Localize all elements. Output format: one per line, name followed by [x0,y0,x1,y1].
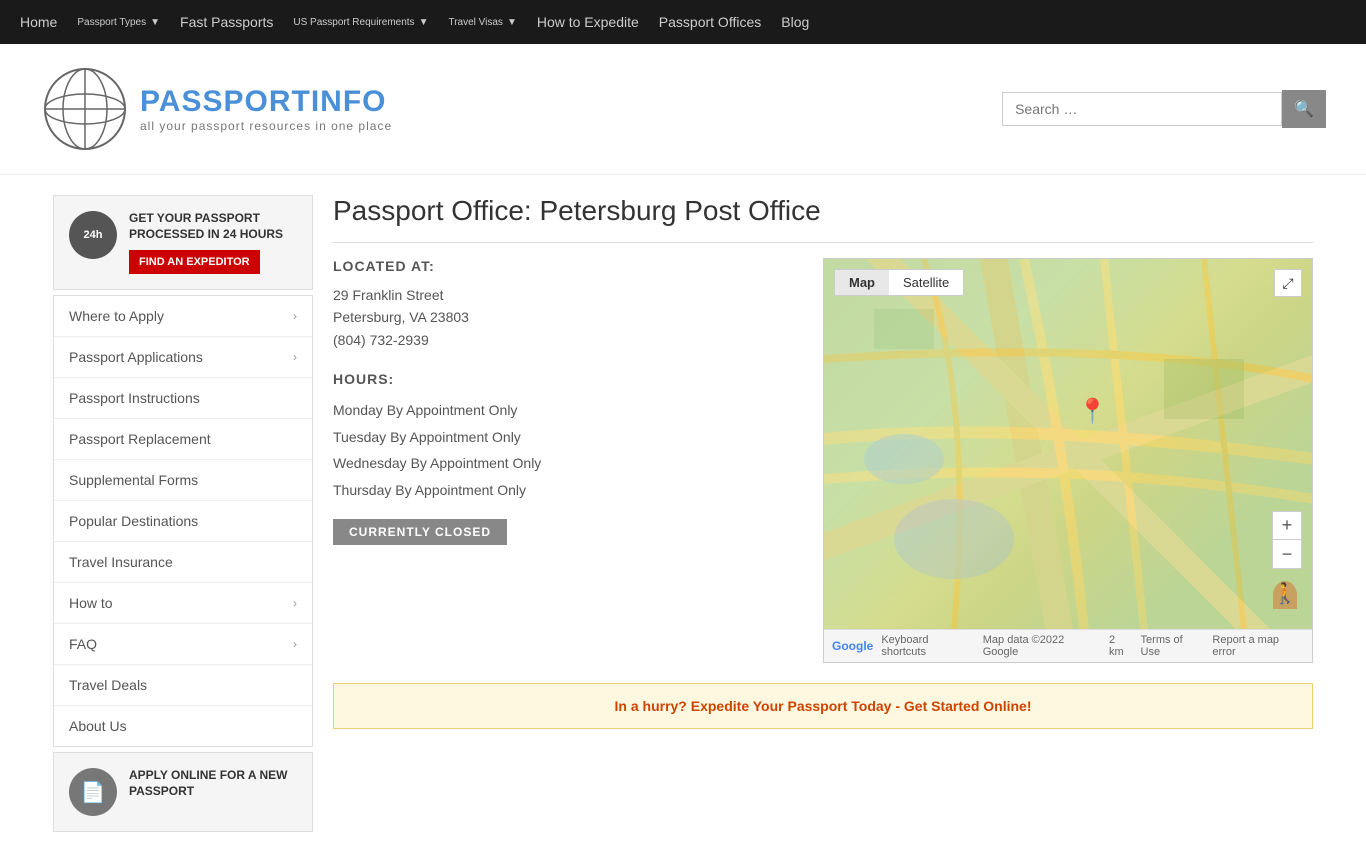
map-footer: Google Keyboard shortcuts Map data ©2022… [824,629,1312,662]
hours-thursday: Thursday By Appointment Only [333,477,793,504]
hours-tuesday: Tuesday By Appointment Only [333,424,793,451]
map-scale: 2 km [1109,634,1133,658]
promo2-title: APPLY ONLINE FOR A NEW PASSPORT [129,768,297,799]
sidebar-item-passport-applications[interactable]: Passport Applications › [54,337,312,378]
terms-of-use-link[interactable]: Terms of Use [1141,634,1205,658]
map-visual[interactable]: Map Satellite ⤢ [824,259,1312,629]
nav-travel-visas[interactable]: Travel Visas ▼ [448,17,516,28]
sidebar-item-supplemental-forms[interactable]: Supplemental Forms [54,460,312,501]
sidebar-promo-expedite: 24h GET YOUR PASSPORT PROCESSED IN 24 HO… [53,195,313,290]
sidebar-promo-apply-online: 📄 APPLY ONLINE FOR A NEW PASSPORT [53,752,313,832]
chevron-down-icon: ▼ [419,17,429,28]
map-tab-map[interactable]: Map [835,270,889,295]
map-roads-svg [824,259,1312,629]
map-container: Map Satellite ⤢ [823,258,1313,663]
sidebar-item-faq[interactable]: FAQ › [54,624,312,665]
nav-passport-types[interactable]: Passport Types ▼ [77,17,160,28]
sidebar: 24h GET YOUR PASSPORT PROCESSED IN 24 HO… [53,195,313,832]
sidebar-item-popular-destinations[interactable]: Popular Destinations [54,501,312,542]
map-zoom-in-button[interactable]: + [1273,512,1301,540]
nav-us-requirements[interactable]: US Passport Requirements ▼ [293,17,428,28]
search-button[interactable]: 🔍 [1282,90,1326,128]
map-zoom-out-button[interactable]: − [1273,540,1301,568]
located-at-label: LOCATED AT: [333,258,793,274]
hours-section: HOURS: Monday By Appointment Only Tuesda… [333,371,793,503]
nav-fast-passports[interactable]: Fast Passports [180,14,273,30]
chevron-right-icon: › [293,637,297,651]
chevron-down-icon: ▼ [507,17,517,28]
hours-label: HOURS: [333,371,793,387]
logo-name: PASSPORTINFO [140,85,392,119]
expedite-banner[interactable]: In a hurry? Expedite Your Passport Today… [333,683,1313,729]
clock-24h-icon: 24h [69,211,117,259]
sidebar-item-about-us[interactable]: About Us [54,706,312,746]
sidebar-item-passport-instructions[interactable]: Passport Instructions [54,378,312,419]
nav-home[interactable]: Home [20,14,57,30]
expedite-banner-text: In a hurry? Expedite Your Passport Today… [615,698,1032,714]
address-line1: 29 Franklin Street [333,284,793,306]
logo-tagline: all your passport resources in one place [140,119,392,133]
nav-blog[interactable]: Blog [781,14,809,30]
google-logo: Google [832,639,873,653]
sidebar-item-where-to-apply[interactable]: Where to Apply › [54,296,312,337]
nav-passport-offices[interactable]: Passport Offices [659,14,761,30]
chevron-right-icon: › [293,309,297,323]
chevron-right-icon: › [293,596,297,610]
info-map-row: LOCATED AT: 29 Franklin Street Petersbur… [333,258,1313,663]
sidebar-menu: Where to Apply › Passport Applications ›… [53,295,313,747]
map-expand-button[interactable]: ⤢ [1274,269,1302,297]
map-tab-satellite[interactable]: Satellite [889,270,963,295]
report-map-error-link[interactable]: Report a map error [1212,634,1304,658]
chevron-down-icon: ▼ [150,17,160,28]
page-title: Passport Office: Petersburg Post Office [333,195,1313,243]
site-header: PASSPORTINFO all your passport resources… [0,44,1366,175]
main-content: Passport Office: Petersburg Post Office … [333,195,1313,832]
nav-how-to-expedite[interactable]: How to Expedite [537,14,639,30]
map-pin: 📍 [1077,397,1107,426]
hours-monday: Monday By Appointment Only [333,397,793,424]
search-input[interactable] [1002,92,1282,126]
globe-icon [40,64,130,154]
map-data-label: Map data ©2022 Google [983,634,1101,658]
main-container: 24h GET YOUR PASSPORT PROCESSED IN 24 HO… [33,175,1333,852]
street-view-person[interactable]: 🚶 [1273,581,1297,609]
sidebar-item-travel-insurance[interactable]: Travel Insurance [54,542,312,583]
passport-icon: 📄 [69,768,117,816]
logo[interactable]: PASSPORTINFO all your passport resources… [40,64,392,154]
search-icon: 🔍 [1294,101,1314,118]
top-navigation: Home Passport Types ▼ Fast Passports US … [0,0,1366,44]
location-info: LOCATED AT: 29 Franklin Street Petersbur… [333,258,793,663]
sidebar-item-travel-deals[interactable]: Travel Deals [54,665,312,706]
phone-link[interactable]: (804) 732-2939 [333,332,429,348]
sidebar-item-passport-replacement[interactable]: Passport Replacement [54,419,312,460]
find-expeditor-button[interactable]: FIND AN EXPEDITOR [129,250,260,274]
sidebar-item-how-to[interactable]: How to › [54,583,312,624]
keyboard-shortcuts-link[interactable]: Keyboard shortcuts [881,634,974,658]
map-zoom-controls: + − [1272,511,1302,569]
address-line2: Petersburg, VA 23803 [333,306,793,328]
hours-wednesday: Wednesday By Appointment Only [333,450,793,477]
map-tabs: Map Satellite [834,269,964,296]
chevron-right-icon: › [293,350,297,364]
promo-title: GET YOUR PASSPORT PROCESSED IN 24 HOURS [129,211,297,242]
status-badge: CURRENTLY CLOSED [333,519,507,545]
search-area: 🔍 [1002,90,1326,128]
